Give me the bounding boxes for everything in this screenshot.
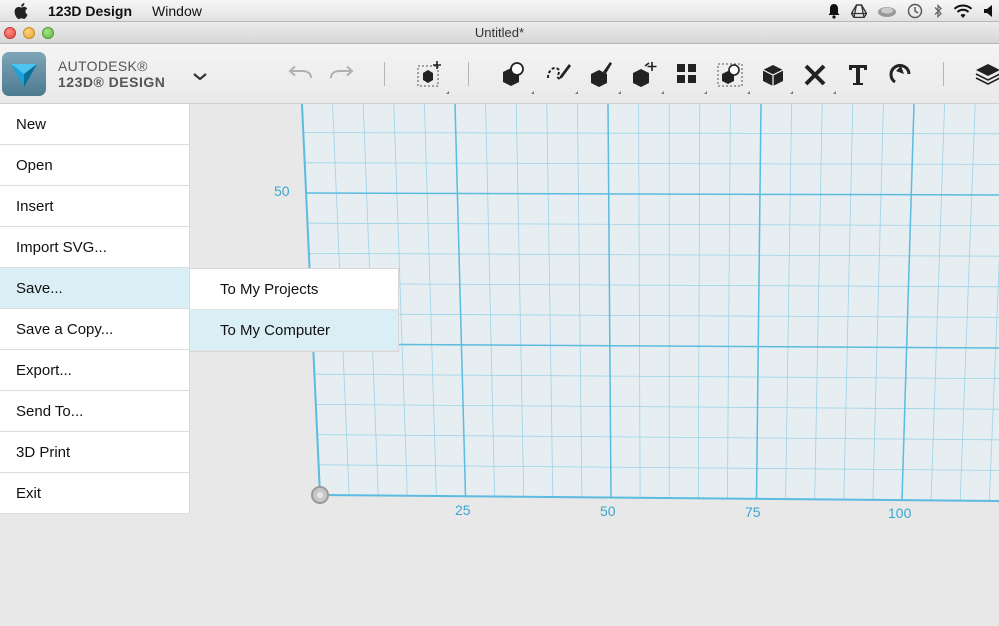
- axis-label-x-50: 50: [600, 503, 616, 519]
- menu-item-export[interactable]: Export...: [0, 350, 189, 391]
- window-title: Untitled*: [474, 25, 525, 40]
- notification-bell-icon[interactable]: [827, 3, 841, 19]
- undo-icon[interactable]: [284, 58, 316, 90]
- app-logo-icon[interactable]: [2, 52, 46, 96]
- menu-bar: 123D Design Window: [0, 0, 999, 22]
- menu-item-insert[interactable]: Insert: [0, 186, 189, 227]
- combine-icon[interactable]: [757, 58, 793, 94]
- main-toolbar: AUTODESK® 123D® DESIGN: [0, 44, 999, 104]
- time-machine-icon[interactable]: [907, 3, 923, 19]
- app-name-menu[interactable]: 123D Design: [48, 3, 132, 19]
- menu-item-import-svg[interactable]: Import SVG...: [0, 227, 189, 268]
- submenu-item-to-my-projects[interactable]: To My Projects: [190, 269, 398, 310]
- pattern-icon[interactable]: [671, 58, 707, 94]
- sketch-icon[interactable]: [542, 58, 578, 94]
- wifi-icon[interactable]: [953, 4, 973, 19]
- menu-item-exit[interactable]: Exit: [0, 473, 189, 514]
- menu-item-3d-print[interactable]: 3D Print: [0, 432, 189, 473]
- text-icon[interactable]: [842, 58, 874, 90]
- axis-label-y-50: 50: [274, 183, 290, 199]
- axis-label-x-100: 100: [888, 505, 912, 521]
- menu-item-new[interactable]: New: [0, 104, 189, 145]
- google-drive-icon[interactable]: [851, 4, 867, 18]
- transform-icon[interactable]: [413, 58, 449, 94]
- material-icon[interactable]: [970, 58, 999, 90]
- primitives-icon[interactable]: [498, 58, 534, 94]
- modify-icon[interactable]: [628, 58, 664, 94]
- cloud-sync-icon[interactable]: [877, 4, 897, 18]
- brand-company: AUTODESK®: [58, 58, 148, 74]
- menu-item-open[interactable]: Open: [0, 145, 189, 186]
- menu-item-save-a-copy[interactable]: Save a Copy...: [0, 309, 189, 350]
- snap-icon[interactable]: [885, 58, 917, 90]
- menu-item-send-to[interactable]: Send To...: [0, 391, 189, 432]
- measure-icon[interactable]: [800, 58, 836, 94]
- volume-icon[interactable]: [983, 4, 995, 18]
- window-title-bar: Untitled*: [0, 22, 999, 44]
- submenu-item-to-my-computer[interactable]: To My Computer: [190, 310, 398, 351]
- menu-item-save[interactable]: Save...: [0, 268, 189, 309]
- grouping-icon[interactable]: [714, 58, 750, 94]
- save-submenu: To My Projects To My Computer: [190, 268, 399, 352]
- axis-label-x-25: 25: [455, 502, 471, 518]
- brand-product: 123D® DESIGN: [58, 74, 166, 90]
- chevron-down-icon[interactable]: [190, 68, 210, 84]
- bluetooth-icon[interactable]: [933, 3, 943, 19]
- file-menu: New Open Insert Import SVG... Save... Sa…: [0, 104, 190, 514]
- window-menu[interactable]: Window: [152, 3, 202, 19]
- redo-icon[interactable]: [326, 58, 358, 90]
- apple-icon[interactable]: [14, 2, 32, 20]
- axis-label-x-75: 75: [745, 504, 761, 520]
- construct-icon[interactable]: [585, 58, 621, 94]
